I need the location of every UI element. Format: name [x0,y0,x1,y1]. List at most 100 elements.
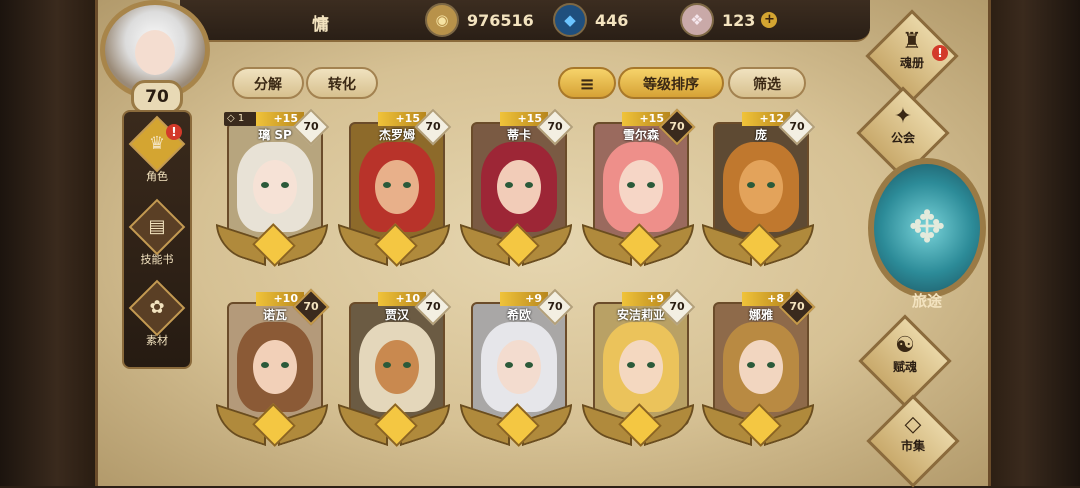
hero-eye [767,362,775,368]
crystal-currency: ◆ 446 [553,3,629,37]
hero-eye [627,182,635,188]
gold-value: 976516 [467,10,534,30]
left-frame [0,0,95,486]
gold-currency: ◉ 976516 [425,3,534,37]
hero-rank-emblem [338,403,450,447]
hero-card[interactable]: 蒂卡 +15 70 [460,108,574,267]
right-frame [985,0,1080,486]
journey-button[interactable]: ✥ [868,158,986,298]
hero-level: 70 [547,300,563,313]
add-gem-button[interactable]: + [761,12,778,28]
blue-crystal-icon: ◆ [553,3,587,37]
hero-card[interactable]: 希欧 +9 70 [460,288,574,447]
book-icon: ▤ [128,198,186,256]
hero-eye [627,362,635,368]
hero-gem-count: ◇ 1 [224,112,257,126]
hero-rank-emblem [582,403,694,447]
filter-button[interactable]: 筛选 [728,67,806,99]
hero-eye [505,182,513,188]
market-label: 市集 [900,439,925,453]
hero-card[interactable]: 雪尔森 +15 70 [582,108,696,267]
hero-level: 70 [425,120,441,133]
hero-eye [403,362,411,368]
hero-card[interactable]: 贾汉 +10 70 [338,288,452,447]
hero-eye [281,362,289,368]
decompose-button[interactable]: 分解 [232,67,304,99]
soul-book-alert-badge: ! [932,45,948,61]
category-skill-books[interactable]: ▤ 技能书 [128,198,186,267]
talent-label: 赋魂 [892,360,917,374]
player-name: 慵 [312,15,329,35]
guild-label: 公会 [890,131,915,145]
sort-toggle-button[interactable]: ≡ [558,67,616,99]
hero-face [253,160,297,214]
market-nav[interactable]: ◇ 市集 [878,412,948,454]
player-level-badge: 70 [131,80,183,114]
guild-icon: ✦ [893,104,913,129]
hero-rank-emblem [338,223,450,267]
hero-face [253,340,297,394]
sort-by-level-button[interactable]: 等级排序 [618,67,724,99]
hero-card[interactable]: 安洁莉亚 +9 70 [582,288,696,447]
hero-level: 70 [669,120,685,133]
talent-icon: ☯ [895,333,915,358]
guild-nav[interactable]: ✦ 公会 [868,104,938,146]
hero-level: 70 [789,120,805,133]
hero-eye [403,182,411,188]
hero-card[interactable]: 诺瓦 +10 70 [216,288,330,447]
hero-eye [647,182,655,188]
hero-face [497,340,541,394]
hero-level: 70 [303,120,319,133]
hero-rank-emblem [702,403,814,447]
hero-card[interactable]: 璃 SP ◇ 1 +15 70 [216,108,330,267]
material-icon: ✿ [128,279,186,337]
hero-eye [505,362,513,368]
hero-face [497,160,541,214]
hero-rank-emblem [460,403,572,447]
hero-level: 70 [669,300,685,313]
hero-eye [261,182,269,188]
gold-coin-icon: ◉ [425,3,459,37]
hero-eye [281,182,289,188]
hero-eye [525,182,533,188]
left-category-panel: ♛ 角色 ! ▤ 技能书 ✿ 素材 [122,110,192,369]
hero-rank-emblem [216,403,328,447]
hero-face [375,340,419,394]
hero-face [739,160,783,214]
hero-level: 70 [425,300,441,313]
hero-rank-emblem [702,223,814,267]
hero-level: 70 [303,300,319,313]
convert-button[interactable]: 转化 [306,67,378,99]
category-characters[interactable]: ♛ 角色 ! [128,115,186,184]
hero-eye [261,362,269,368]
avatar-face [135,30,175,75]
gem-currency: ❖ 123 + [680,3,778,37]
talent-nav[interactable]: ☯ 赋魂 [870,333,940,375]
hero-level: 70 [547,120,563,133]
hero-eye [747,182,755,188]
hero-card[interactable]: 娜雅 +8 70 [702,288,816,447]
hero-eye [383,182,391,188]
hero-level: 70 [789,300,805,313]
hero-face [619,160,663,214]
gem-value: 123 [722,10,756,30]
hero-eye [747,362,755,368]
hero-face [619,340,663,394]
hero-eye [767,182,775,188]
hero-face [739,340,783,394]
hero-face [375,160,419,214]
journey-label: 旅途 [911,292,942,310]
crystal-value: 446 [595,10,629,30]
market-icon: ◇ [904,412,922,437]
pink-gem-icon: ❖ [680,3,714,37]
hero-eye [383,362,391,368]
alert-badge: ! [166,124,182,140]
hero-card[interactable]: 杰罗姆 +15 70 [338,108,452,267]
hero-rank-emblem [216,223,328,267]
category-materials[interactable]: ✿ 素材 [128,279,186,348]
hero-card[interactable]: 庞 +12 70 [702,108,816,267]
hero-eye [647,362,655,368]
hero-eye [525,362,533,368]
journey-emblem-icon: ✥ [908,202,946,253]
hero-rank-emblem [460,223,572,267]
